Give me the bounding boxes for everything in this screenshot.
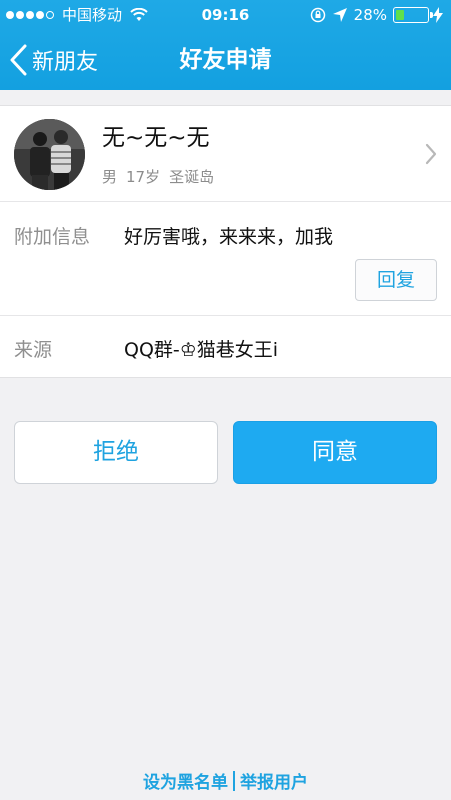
divider [0,315,451,316]
battery-icon [393,7,433,23]
rotation-lock-icon [310,7,325,23]
nav-bar: 新朋友 好友申请 [0,30,451,90]
charging-bolt-icon [433,7,443,23]
battery-percent: 28% [353,6,387,24]
reject-button[interactable]: 拒绝 [14,421,218,484]
requester-age: 17岁 [126,168,161,186]
accept-button[interactable]: 同意 [233,421,437,484]
chevron-left-icon [10,44,27,76]
blacklist-link[interactable]: 设为黑名单 [143,773,228,793]
requester-gender: 男 [102,168,118,186]
source-label: 来源 [14,339,53,361]
battery-level-fill [396,10,405,20]
requester-profile-row[interactable]: 无~无~无 男 17岁 圣诞岛 [0,105,451,202]
requester-meta: 男 17岁 圣诞岛 [102,166,223,187]
requester-location: 圣诞岛 [169,168,215,186]
extra-info-message: 好厉害哦，来来来，加我 [124,226,334,248]
avatar[interactable] [14,119,85,190]
back-label: 新朋友 [32,50,99,75]
status-bar: 中国移动 09:16 28% [0,0,451,30]
status-bar-right: 28% [310,0,443,30]
requester-nickname: 无~无~无 [102,125,210,151]
footer-separator [233,771,235,791]
back-button[interactable]: 新朋友 [8,30,98,90]
location-arrow-icon [332,8,347,22]
report-user-link[interactable]: 举报用户 [240,773,308,793]
reply-button[interactable]: 回复 [355,259,437,301]
request-info-section: 附加信息 好厉害哦，来来来，加我 回复 来源 QQ群-♔猫巷女王i [0,202,451,378]
source-value: QQ群-♔猫巷女王i [124,339,279,361]
app-header: 中国移动 09:16 28% 新朋友 好友申请 [0,0,451,90]
footer-links: 设为黑名单 举报用户 [0,768,451,793]
avatar-photo [14,119,85,190]
chevron-right-icon [425,143,437,165]
extra-info-label: 附加信息 [14,226,91,248]
